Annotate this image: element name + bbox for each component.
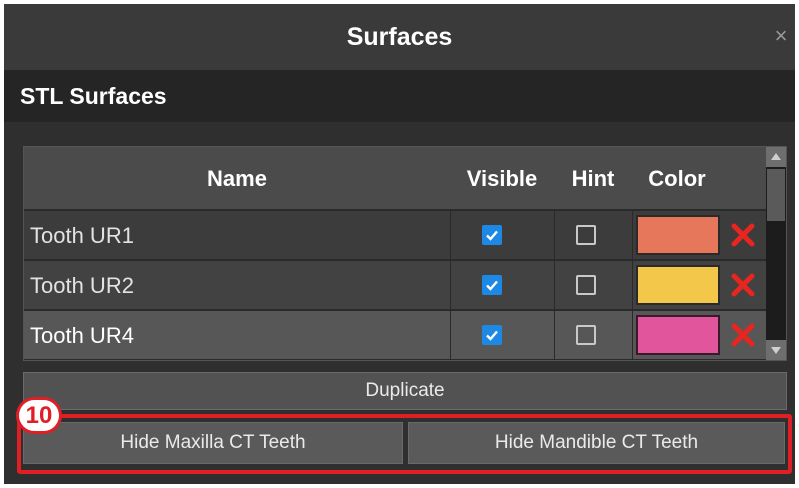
- column-header-visible[interactable]: Visible: [450, 147, 554, 210]
- surface-name: Tooth UR2: [30, 273, 134, 298]
- scroll-down-arrow-icon: [771, 347, 781, 354]
- surfaces-table: Name Visible Hint Color Tooth UR1 Tooth …: [23, 146, 787, 361]
- section-title: STL Surfaces: [20, 83, 167, 109]
- scroll-thumb[interactable]: [767, 169, 785, 221]
- delete-x-icon[interactable]: [730, 222, 756, 248]
- surface-name: Tooth UR1: [30, 223, 134, 248]
- delete-x-icon[interactable]: [730, 322, 756, 348]
- hint-checkbox[interactable]: [576, 225, 596, 245]
- surface-name: Tooth UR4: [30, 323, 134, 348]
- checkbox-checked-icon: [486, 230, 498, 241]
- visible-checkbox[interactable]: [482, 275, 502, 295]
- step-callout-label: 10: [19, 400, 59, 431]
- scroll-down-button[interactable]: [766, 340, 786, 360]
- color-swatch[interactable]: [636, 315, 720, 355]
- color-swatch[interactable]: [636, 265, 720, 305]
- surfaces-panel: Surfaces × STL Surfaces Name Visible Hin…: [4, 4, 795, 484]
- title-bar: Surfaces ×: [4, 4, 795, 70]
- visible-checkbox[interactable]: [482, 225, 502, 245]
- scroll-up-arrow-icon: [771, 153, 781, 160]
- section-header: STL Surfaces: [4, 70, 795, 122]
- delete-x-icon[interactable]: [730, 272, 756, 298]
- table-scrollbar[interactable]: [766, 147, 786, 360]
- hide-maxilla-ct-teeth-button[interactable]: Hide Maxilla CT Teeth: [23, 422, 403, 464]
- hide-mandible-ct-teeth-button[interactable]: Hide Mandible CT Teeth: [408, 422, 785, 464]
- column-header-hint[interactable]: Hint: [554, 147, 632, 210]
- scroll-up-button[interactable]: [766, 147, 786, 167]
- close-icon[interactable]: ×: [771, 22, 791, 50]
- table-header: Name Visible Hint Color: [24, 147, 766, 210]
- table-row[interactable]: Tooth UR2: [24, 261, 766, 310]
- checkbox-checked-icon: [486, 330, 498, 341]
- color-swatch[interactable]: [636, 215, 720, 255]
- hint-checkbox[interactable]: [576, 325, 596, 345]
- checkbox-checked-icon: [486, 280, 498, 291]
- table-row[interactable]: Tooth UR4: [24, 311, 766, 360]
- duplicate-button[interactable]: Duplicate: [23, 372, 787, 410]
- table-row[interactable]: Tooth UR1: [24, 211, 766, 260]
- window-title: Surfaces: [346, 23, 453, 51]
- hint-checkbox[interactable]: [576, 275, 596, 295]
- visible-checkbox[interactable]: [482, 325, 502, 345]
- step-callout-badge: 10: [16, 397, 62, 434]
- column-header-color[interactable]: Color: [632, 147, 722, 210]
- column-header-name[interactable]: Name: [24, 147, 450, 210]
